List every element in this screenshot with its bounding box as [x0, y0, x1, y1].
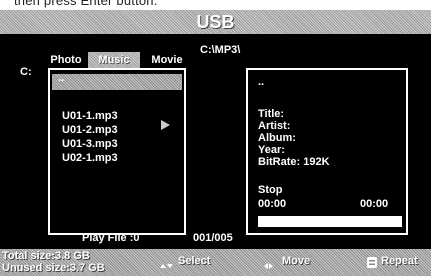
repeat-icon	[367, 257, 377, 268]
file-item-u02-1[interactable]: U02-1.mp3	[62, 152, 118, 164]
title-bar: USB	[0, 10, 431, 34]
progress-bar	[258, 216, 402, 227]
status-bar: Total size:3.8 GB Unused size:3.7 GB Sel…	[0, 249, 431, 276]
info-title: Title:	[258, 108, 285, 120]
info-bitrate: BitRate: 192K	[258, 156, 330, 168]
playback-status: Stop	[258, 184, 283, 196]
info-album: Album:	[258, 132, 296, 144]
file-info-panel: .. Title: Artist: Album: Year: BitRate: …	[246, 68, 408, 235]
file-item-u01-3[interactable]: U01-3.mp3	[62, 138, 118, 150]
file-counter: 001/005	[193, 232, 233, 244]
tab-music[interactable]: Music	[88, 52, 140, 69]
parent-folder-item[interactable]: ..	[52, 72, 182, 90]
file-list: .. U01-1.mp3 U01-2.mp3 U01-3.mp3 U02-1.m…	[48, 68, 186, 235]
tab-movie[interactable]: Movie	[146, 52, 188, 69]
move-hint: Move	[282, 255, 311, 267]
unused-size: Unused size:3.7 GB	[2, 262, 105, 274]
caption-text: then press Enter button.	[14, 0, 158, 8]
info-artist: Artist:	[258, 120, 291, 132]
parent-folder-label: ..	[58, 72, 65, 84]
drive-label: C:	[20, 66, 32, 78]
info-name: ..	[258, 76, 265, 88]
window-title: USB	[196, 12, 235, 32]
total-time: 00:00	[360, 198, 389, 210]
repeat-hint: Repeat	[381, 255, 418, 267]
tab-photo[interactable]: Photo	[46, 52, 86, 69]
total-size: Total size:3.8 GB	[2, 250, 90, 262]
info-year: Year:	[258, 144, 285, 156]
play-file-count: Play File :0	[82, 232, 140, 244]
current-path: C:\MP3\	[200, 44, 241, 56]
left-right-arrows-icon	[264, 257, 274, 275]
usb-browser-screen: USB Photo Music Movie C: C:\MP3\ .. U01-…	[0, 10, 431, 276]
up-down-arrows-icon	[160, 257, 174, 275]
elapsed-time: 00:00	[258, 198, 287, 210]
file-item-u01-2[interactable]: U01-2.mp3	[62, 124, 118, 136]
file-item-u01-1[interactable]: U01-1.mp3	[62, 110, 118, 122]
cursor-arrow-icon	[161, 120, 170, 130]
select-hint: Select	[178, 255, 211, 267]
